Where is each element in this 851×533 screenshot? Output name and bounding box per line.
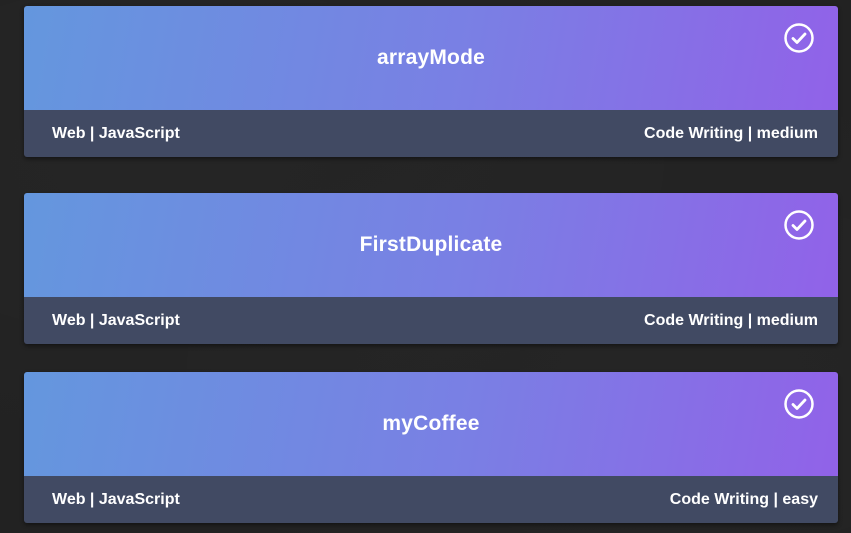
- check-circle-icon: [784, 23, 814, 53]
- challenge-category: Web | JavaScript: [52, 311, 180, 329]
- challenge-category: Web | JavaScript: [52, 124, 180, 142]
- check-circle-icon: [784, 389, 814, 419]
- challenge-type-difficulty: Code Writing | medium: [644, 311, 818, 329]
- challenge-list: arrayMode Web | JavaScript Code Writing …: [0, 0, 851, 533]
- challenge-title: FirstDuplicate: [359, 233, 503, 256]
- challenge-card-header: myCoffee: [24, 372, 838, 476]
- challenge-category: Web | JavaScript: [52, 490, 180, 508]
- challenge-card[interactable]: myCoffee Web | JavaScript Code Writing |…: [24, 372, 838, 523]
- challenge-card[interactable]: arrayMode Web | JavaScript Code Writing …: [24, 6, 838, 157]
- challenge-card[interactable]: FirstDuplicate Web | JavaScript Code Wri…: [24, 193, 838, 344]
- challenge-card-header: arrayMode: [24, 6, 838, 110]
- challenge-title: arrayMode: [376, 46, 485, 69]
- challenge-card-footer: Web | JavaScript Code Writing | medium: [24, 110, 838, 157]
- challenge-type-difficulty: Code Writing | medium: [644, 124, 818, 142]
- challenge-card-header: FirstDuplicate: [24, 193, 838, 297]
- challenge-card-footer: Web | JavaScript Code Writing | medium: [24, 297, 838, 344]
- challenge-title: myCoffee: [382, 412, 480, 435]
- challenge-type-difficulty: Code Writing | easy: [669, 490, 818, 508]
- challenge-card-footer: Web | JavaScript Code Writing | easy: [24, 476, 838, 523]
- check-circle-icon: [784, 210, 814, 240]
